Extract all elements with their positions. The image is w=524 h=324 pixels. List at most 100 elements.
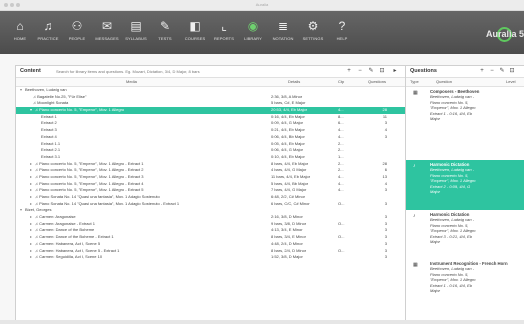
tree-row[interactable]: Extract 3.1 0:10, 4/4, Eb Major 1... (16, 154, 405, 161)
disclosure-closed-icon[interactable]: ▸ (30, 161, 32, 166)
tree-row[interactable]: Extract 1 0:16, 4/4, Eb Major 8... 11 (16, 114, 405, 121)
toolbar-courses-button[interactable]: ◧ COURSES (182, 17, 208, 49)
tree-row[interactable]: ▾ ♫ Piano concerto No. 5, "Emperor", Mov.… (16, 107, 405, 114)
question-source-line: Major (430, 116, 441, 122)
media-cell: ▸ ♫ Piano concerto No. 5, "Emperor", Mov.… (16, 161, 270, 168)
tree-row[interactable]: Extract 2.1 0:06, 4/4, G Major 2... (16, 147, 405, 154)
toolbar-settings-button[interactable]: ⚙ SETTINGS (300, 17, 326, 49)
column-ctp[interactable]: Ctp (338, 79, 344, 84)
disclosure-open-icon[interactable]: ▾ (20, 207, 22, 212)
tree-row[interactable]: ▸ ♫ Piano concerto No. 5, "Emperor", Mov.… (16, 161, 405, 168)
toolbar-people-button[interactable]: ⚇ PEOPLE (64, 17, 90, 49)
toolbar-reports-button[interactable]: ⌞ REPORTS (211, 17, 237, 49)
tree-row[interactable]: Extract 4 0:06, 4/4, Bb Major 4... 3 (16, 134, 405, 141)
disclosure-closed-icon[interactable]: ▸ (30, 181, 32, 186)
questions-count-cell: 3 (384, 187, 387, 193)
tree-row[interactable]: Extract 1.1 0:05, 4/4, Eb Major 2... (16, 141, 405, 148)
content-column-header: Media Details Ctp Questions (16, 78, 405, 87)
media-cell: ♫ Moonlight Sonata (16, 100, 270, 107)
more-options-button[interactable]: ⊡ (378, 67, 386, 75)
remove-question-button[interactable]: − (488, 67, 496, 75)
disclosure-closed-icon[interactable]: ▸ (30, 241, 32, 246)
add-item-button[interactable]: + (345, 67, 353, 75)
disclosure-closed-icon[interactable]: ▸ (30, 174, 32, 179)
toolbar-help-button[interactable]: ? HELP (329, 17, 355, 49)
column-media[interactable]: Media (126, 79, 137, 84)
questions-count-cell: 3 (384, 234, 387, 240)
media-cell: ▸ ♫ Piano Sonata No. 14 "Quasi una fantas… (16, 201, 270, 208)
add-question-button[interactable]: + (478, 67, 486, 75)
disclosure-closed-icon[interactable]: ▸ (30, 227, 32, 232)
details-cell: 4 bars, 4/4, G Major (271, 167, 307, 173)
disclosure-closed-icon[interactable]: ▸ (30, 201, 32, 206)
disclosure-closed-icon[interactable]: ▸ (30, 194, 32, 199)
column-question[interactable]: Question (436, 79, 452, 84)
toolbar-label: COURSES (184, 36, 206, 41)
tree-row[interactable]: Extract 3 0:21, 4/4, Eb Major 4... 4 (16, 127, 405, 134)
column-level[interactable]: Level (506, 79, 516, 84)
remove-item-button[interactable]: − (356, 67, 364, 75)
disclosure-closed-icon[interactable]: ▸ (30, 214, 32, 219)
tree-row[interactable]: ▸ ♫ Carmen: Habanera, Act I, Scene 5 4:48,… (16, 241, 405, 248)
toolbar-tests-button[interactable]: ✎ TESTS (152, 17, 178, 49)
tree-row[interactable]: Extract 2 0:09, 4/4, G Major 6... 3 (16, 120, 405, 127)
toolbar-home-button[interactable]: ⌂ HOME (7, 17, 33, 49)
tree-row[interactable]: ▸ ♫ Piano concerto No. 5, "Emperor", Mov.… (16, 167, 405, 174)
toolbar-syllabus-button[interactable]: ▤ SYLLABUS (123, 17, 149, 49)
details-cell: 0:06, 4/4, Bb Major (271, 133, 305, 139)
disclosure-closed-icon[interactable]: ▸ (30, 167, 32, 172)
collapse-panel-button[interactable]: ▸ (391, 67, 399, 75)
tree-row[interactable]: ▸ ♫ Carmen: Seguidilla, Act I, Scene 10 1:… (16, 254, 405, 261)
disclosure-closed-icon[interactable]: ▸ (30, 234, 32, 239)
tree-row[interactable]: ▾ Beethoven, Ludwig van (16, 87, 405, 94)
question-item[interactable]: ▦ Instrument Recognition - French Horn Bee… (406, 259, 524, 313)
disclosure-closed-icon[interactable]: ▸ (30, 187, 32, 192)
questions-count-cell: 3 (384, 220, 387, 226)
details-cell: 4:13, 3/4, E Minor (271, 227, 303, 233)
column-details[interactable]: Details (288, 79, 300, 84)
toolbar-messages-button[interactable]: ✉ MESSAGES (94, 17, 120, 49)
more-question-options-button[interactable]: ⊡ (508, 67, 516, 75)
tree-row[interactable]: ▸ ♫ Piano concerto No. 5, "Emperor", Mov.… (16, 187, 405, 194)
toolbar-library-button[interactable]: ◉ LIBRARY (240, 17, 266, 49)
questions-count-cell: 4 (384, 127, 387, 133)
edit-item-button[interactable]: ✎ (367, 67, 375, 75)
tree-row[interactable]: ▸ ♫ Carmen: Dance of the Boheme - Extract… (16, 234, 405, 241)
library-tree: ▾ Beethoven, Ludwig van ♫ Bagatelle No.25,… (16, 87, 405, 261)
disclosure-closed-icon[interactable]: ▸ (30, 248, 32, 253)
tree-row[interactable]: ▸ ♫ Carmen: Aragonaise - Extract 19 bars,… (16, 221, 405, 228)
tree-row[interactable]: ▸ ♫ Piano concerto No. 5, "Emperor", Mov.… (16, 174, 405, 181)
column-type[interactable]: Type (410, 79, 419, 84)
tree-row[interactable]: ♫ Bagatelle No.25, "Für Elise" 2:36, 3/8,… (16, 94, 405, 101)
toolbar-notation-button[interactable]: ≣ NOTATION (270, 17, 296, 49)
question-item[interactable]: ♪ Harmonic Dictation Beethoven, Ludwig van… (406, 210, 524, 259)
question-item[interactable]: ♪ Harmonic Dictation Beethoven, Ludwig van… (406, 160, 524, 210)
questions-panel: Questions + − ✎ ⊡ Type Question Level ▦ C… (405, 65, 524, 322)
tree-row[interactable]: ♫ Moonlight Sonata 5 bars, C#, E Major (16, 100, 405, 107)
question-item[interactable]: ▦ Composers - Beethoven Beethoven, Ludwig … (406, 87, 524, 137)
questions-count-cell: 4 (384, 180, 387, 186)
media-title: ♫ Moonlight Sonata (33, 100, 69, 106)
disclosure-closed-icon[interactable]: ▸ (30, 221, 32, 226)
tree-row[interactable]: ▸ ♫ Piano Sonata No. 14 "Quasi una fantas… (16, 201, 405, 208)
tree-row[interactable]: ▾ Bizet, Georges (16, 207, 405, 214)
toolbar-practice-button[interactable]: ♫ PRACTICE (35, 17, 61, 49)
column-questions[interactable]: Questions (368, 79, 386, 84)
tree-row[interactable]: ▸ ♫ Piano concerto No. 5, "Emperor", Mov.… (16, 181, 405, 188)
library-search-input[interactable] (56, 68, 286, 75)
toolbar-label: PEOPLE (68, 36, 86, 41)
tree-row[interactable]: ▸ ♫ Carmen: Habanera, Act I, Scene 5 - Ex… (16, 248, 405, 255)
disclosure-closed-icon[interactable]: ▸ (30, 254, 32, 259)
toolbar-label: REPORTS (214, 36, 234, 41)
media-title: Extract 1.1 (41, 140, 61, 146)
edit-question-button[interactable]: ✎ (498, 67, 506, 75)
disclosure-open-icon[interactable]: ▾ (20, 87, 22, 92)
disclosure-open-icon[interactable]: ▾ (30, 107, 32, 112)
tree-row[interactable]: ▸ ♫ Carmen: Dance of the Boheme 4:13, 3/4,… (16, 227, 405, 234)
tree-row[interactable]: ▸ ♫ Carmen: Aragonaise 2:16, 3/8, D Minor 3 (16, 214, 405, 221)
media-title: ♫ Piano concerto No. 5, "Emperor", Mov. … (35, 180, 144, 186)
questions-panel-title: Questions (410, 68, 437, 74)
ctp-cell: 4... (338, 107, 344, 113)
tree-row[interactable]: ▸ ♫ Piano Sonata No. 14 "Quasi una fantas… (16, 194, 405, 201)
toolbar-label: TESTS (158, 36, 172, 41)
